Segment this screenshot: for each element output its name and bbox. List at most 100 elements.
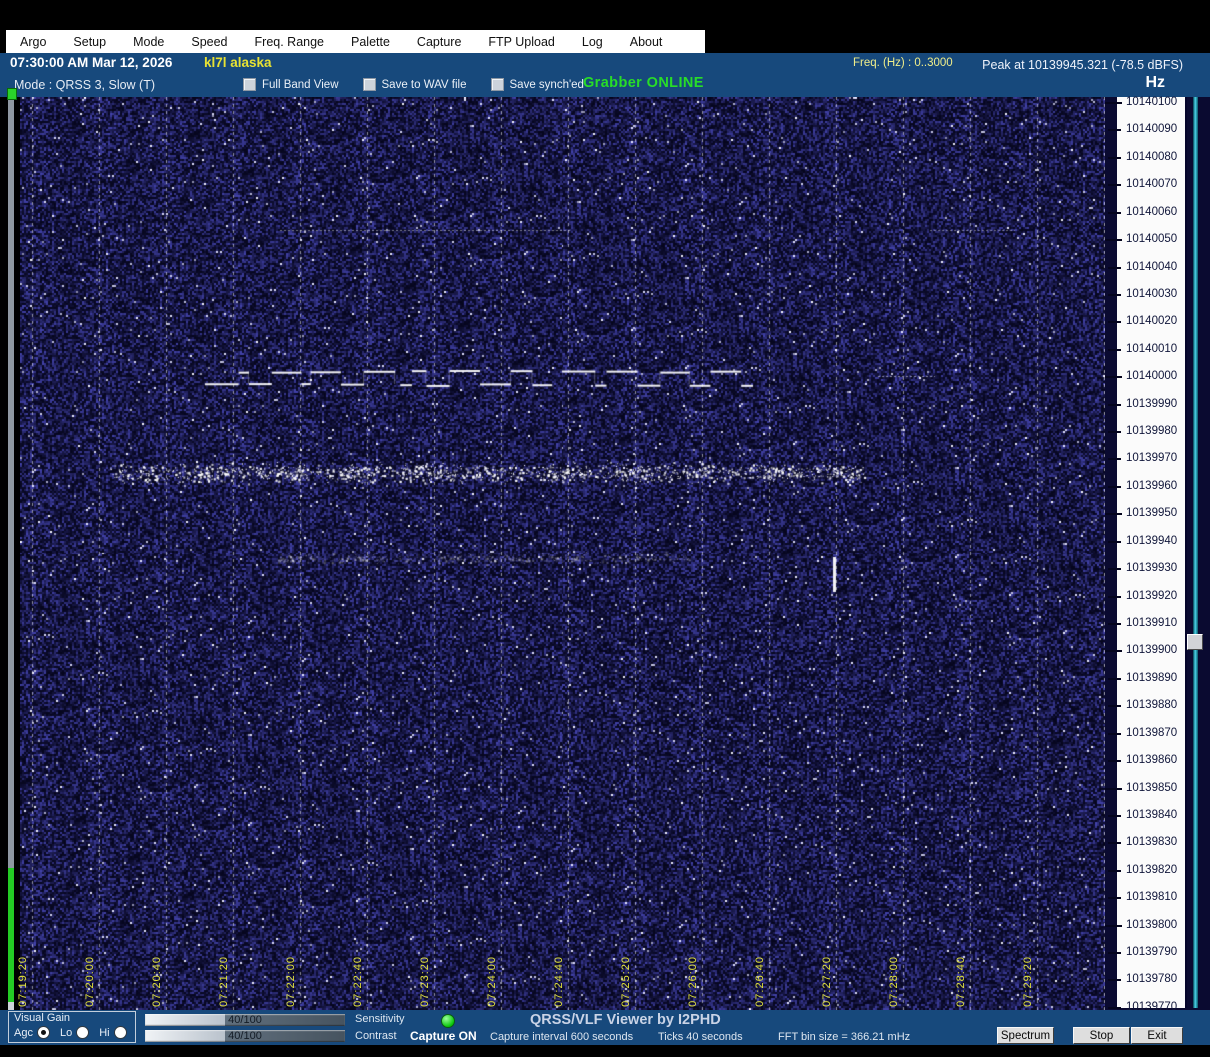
checkbox-label: Save to WAV file xyxy=(381,78,467,91)
checkbox-box-full-band-view[interactable] xyxy=(243,78,256,91)
radio-label: Hi xyxy=(99,1026,110,1039)
freq-scale-label: 10140000 xyxy=(1126,370,1178,383)
freq-tick-mark xyxy=(1108,842,1121,845)
clock-datetime: 07:30:00 AM Mar 12, 2026 xyxy=(10,55,173,70)
freq-scale-label: 10139800 xyxy=(1126,918,1178,931)
contrast-value: 40/100 xyxy=(228,1030,262,1042)
freq-tick-mark xyxy=(1108,732,1121,735)
contrast-slider[interactable]: 40/100 xyxy=(145,1030,345,1042)
checkbox-label: Save synch'ed xyxy=(509,78,584,91)
app-title: QRSS/VLF Viewer by I2PHD xyxy=(530,1012,721,1028)
sensitivity-label: Sensitivity xyxy=(355,1013,405,1025)
time-tick-label: 07:26:00 xyxy=(687,956,699,1007)
freq-scale-label: 10140010 xyxy=(1126,342,1178,355)
menu-item-mode[interactable]: Mode xyxy=(133,35,164,49)
freq-scale-label: 10139780 xyxy=(1126,973,1178,986)
checkbox-box-save-to-wav-file[interactable] xyxy=(362,78,376,91)
time-tick-label: 07:20:00 xyxy=(84,956,96,1007)
menu-item-palette[interactable]: Palette xyxy=(351,35,390,49)
frequency-scrollbar-handle[interactable] xyxy=(1187,634,1203,650)
freq-tick-mark xyxy=(1108,293,1121,296)
freq-scale-label: 10140020 xyxy=(1126,315,1178,328)
menu-item-about[interactable]: About xyxy=(630,35,663,49)
freq-scale-label: 10140030 xyxy=(1126,287,1178,300)
waterfall-canvas xyxy=(20,97,1105,1010)
freq-tick-mark xyxy=(1108,1006,1121,1009)
time-tick-label: 07:21:20 xyxy=(218,956,230,1007)
freq-tick-mark xyxy=(1108,595,1121,598)
checkbox-box-save-synch-ed[interactable] xyxy=(490,78,504,91)
freq-scale-label: 10139940 xyxy=(1126,534,1178,547)
bottom-control-bar: Visual Gain Agc Lo Hi 40/100 40/100 Sensit… xyxy=(0,1010,1210,1045)
freq-scale-label: 10140100 xyxy=(1126,96,1178,108)
checkbox-save-to-wav-file[interactable]: Save to WAV file xyxy=(362,78,467,91)
menu-item-freq-range[interactable]: Freq. Range xyxy=(255,35,324,49)
argo-window: Argo Setup Mode Speed Freq. Range Palette Capt… xyxy=(0,0,1210,1057)
contrast-label: Contrast xyxy=(355,1030,397,1042)
freq-tick-mark xyxy=(1108,705,1121,708)
menu-item-ftp-upload[interactable]: FTP Upload xyxy=(488,35,554,49)
freq-scale-label: 10139960 xyxy=(1126,479,1178,492)
mode-row: Mode : QRSS 3, Slow (T) Full Band View Sa… xyxy=(0,74,1210,97)
freq-scale-label: 10139910 xyxy=(1126,616,1178,629)
radio-lo[interactable]: Lo xyxy=(60,1026,90,1039)
freq-tick-mark xyxy=(1108,897,1121,900)
mode-label: Mode : QRSS 3, Slow (T) xyxy=(14,78,156,92)
spectrogram-display: 07:19:20 07:20:00 07:20:40 07:21:20 07:22:00… xyxy=(17,97,1105,1010)
time-tick-label: 07:25:20 xyxy=(620,956,632,1007)
freq-scale-label: 10139950 xyxy=(1126,507,1178,520)
freq-scale-label: 10139850 xyxy=(1126,781,1178,794)
freq-scale-label: 10139790 xyxy=(1126,946,1178,959)
freq-scale-label: 10140090 xyxy=(1126,123,1178,136)
menu-item-capture[interactable]: Capture xyxy=(417,35,461,49)
time-tick-label: 07:23:20 xyxy=(419,956,431,1007)
visual-gain-groupbox: Visual Gain Agc Lo Hi xyxy=(8,1011,136,1043)
freq-scale-label: 10139970 xyxy=(1126,452,1178,465)
capture-status-label: Capture ON xyxy=(410,1029,477,1043)
freq-scale-label: 10139990 xyxy=(1126,397,1178,410)
radio-agc[interactable]: Agc xyxy=(14,1026,50,1039)
time-tick-label: 07:28:40 xyxy=(955,956,967,1007)
menu-item-speed[interactable]: Speed xyxy=(191,35,227,49)
grabber-status: Grabber ONLINE xyxy=(583,75,704,91)
radio-button-lo[interactable] xyxy=(76,1026,90,1039)
freq-scale-label: 10139840 xyxy=(1126,808,1178,821)
freq-tick-mark xyxy=(1108,622,1121,625)
freq-tick-mark xyxy=(1108,485,1121,488)
freq-tick-mark xyxy=(1105,787,1122,790)
freq-tick-mark xyxy=(1108,403,1121,406)
freq-tick-mark xyxy=(1108,211,1121,214)
freq-scale-label: 10139860 xyxy=(1126,754,1178,767)
freq-scale-label: 10140080 xyxy=(1126,150,1178,163)
radio-button-hi[interactable] xyxy=(113,1026,127,1039)
exit-button[interactable]: Exit xyxy=(1131,1027,1183,1044)
checkbox-group: Full Band View Save to WAV file Save synch… xyxy=(243,78,584,91)
time-tick-label: 07:22:00 xyxy=(285,956,297,1007)
menu-item-log[interactable]: Log xyxy=(582,35,603,49)
time-tick-label: 07:24:00 xyxy=(486,956,498,1007)
time-tick-label: 07:27:20 xyxy=(821,956,833,1007)
freq-scale-label: 10139930 xyxy=(1126,562,1178,575)
radio-label: Agc xyxy=(14,1026,33,1039)
peak-readout: Peak at 10139945.321 (-78.5 dBFS) xyxy=(982,58,1183,72)
stop-button[interactable]: Stop xyxy=(1073,1027,1130,1044)
freq-tick-mark xyxy=(1105,513,1122,516)
freq-tick-mark xyxy=(1108,321,1121,324)
sensitivity-slider[interactable]: 40/100 xyxy=(145,1014,345,1026)
freq-tick-mark xyxy=(1105,102,1122,104)
radio-hi[interactable]: Hi xyxy=(99,1026,127,1039)
visual-gain-options: Agc Lo Hi xyxy=(14,1026,127,1039)
freq-tick-mark xyxy=(1108,540,1121,543)
checkbox-full-band-view[interactable]: Full Band View xyxy=(243,78,339,91)
spectrum-button[interactable]: Spectrum xyxy=(997,1027,1054,1044)
capture-progress-cap xyxy=(8,1002,14,1010)
checkbox-save-synch-ed[interactable]: Save synch'ed xyxy=(490,78,584,91)
freq-tick-mark xyxy=(1108,814,1121,817)
frequency-scrollbar-track[interactable] xyxy=(1193,97,1198,1008)
freq-tick-mark xyxy=(1105,650,1122,653)
freq-tick-mark xyxy=(1108,348,1121,351)
menu-item-argo[interactable]: Argo xyxy=(20,35,46,49)
freq-scale-label: 10140050 xyxy=(1126,233,1178,246)
menu-item-setup[interactable]: Setup xyxy=(73,35,106,49)
radio-button-agc[interactable] xyxy=(36,1026,50,1039)
